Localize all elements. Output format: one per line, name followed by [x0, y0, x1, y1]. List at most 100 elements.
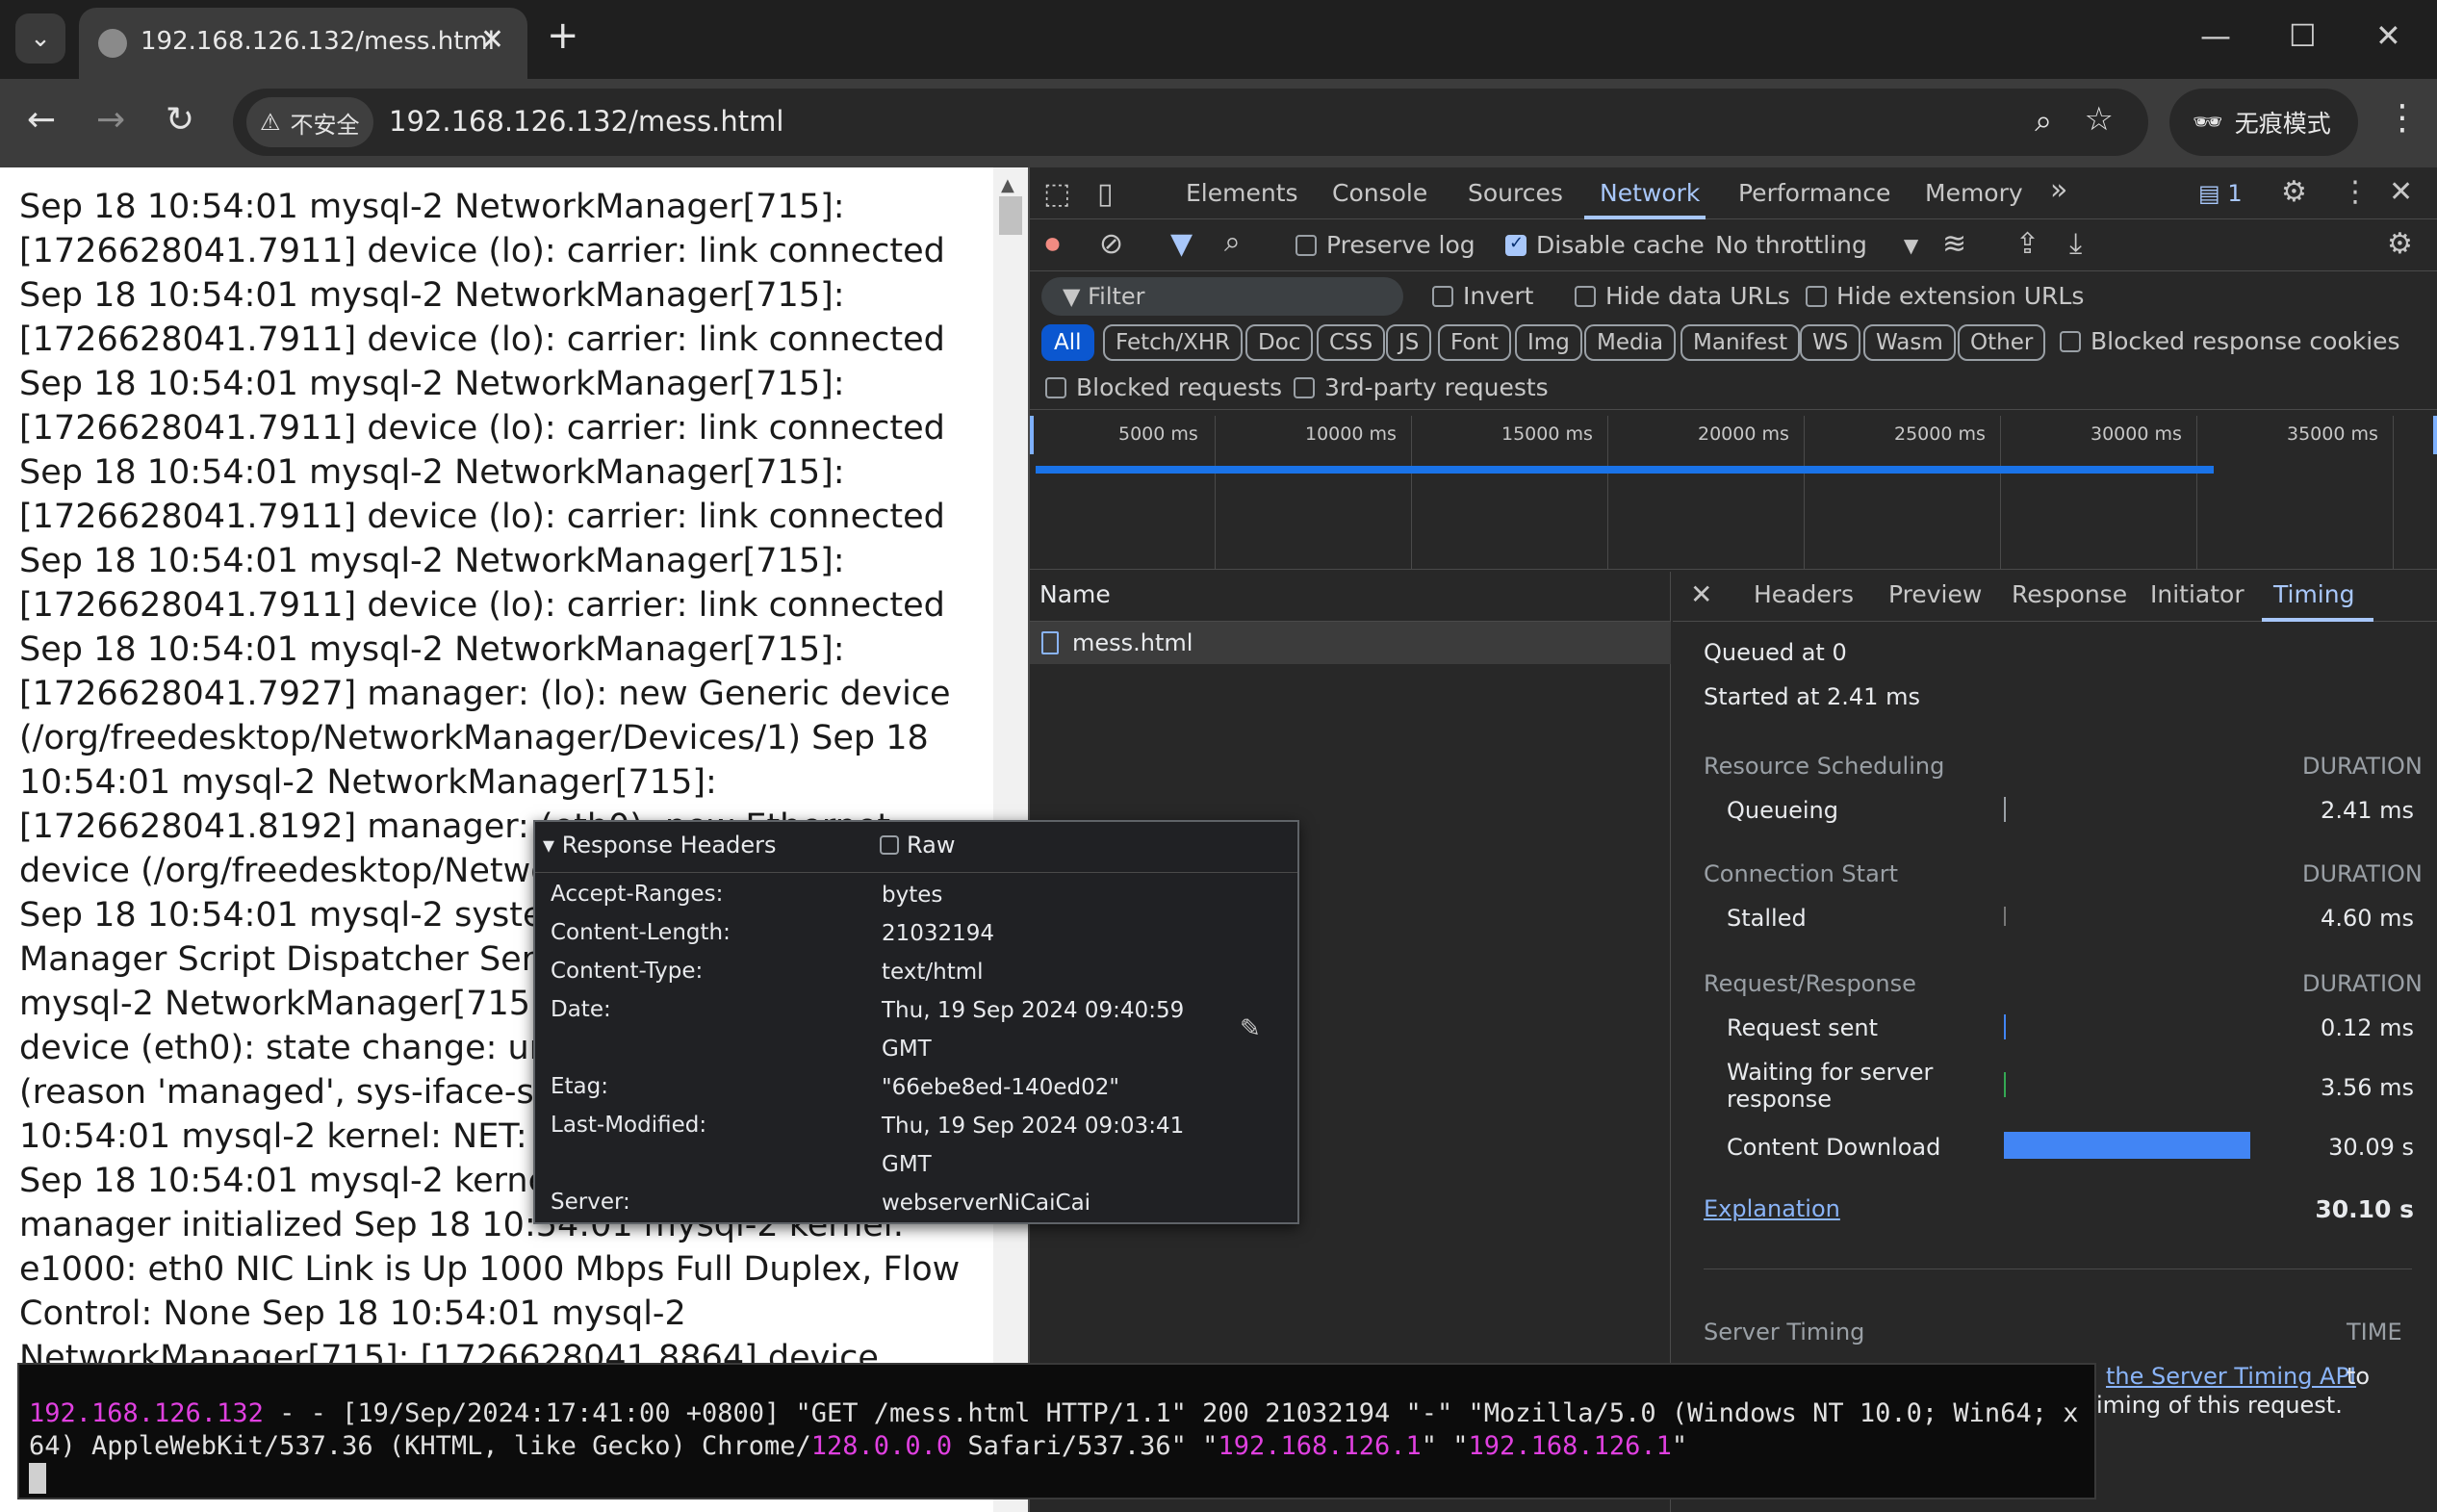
- kebab-menu-icon[interactable]: ⋮: [2341, 175, 2370, 209]
- security-chip[interactable]: ⚠ 不安全: [246, 97, 373, 147]
- tab-sources[interactable]: Sources: [1468, 179, 1563, 207]
- throttling-select[interactable]: No throttling ▼: [1715, 231, 1918, 259]
- filter-funnel-icon[interactable]: ▼: [1170, 227, 1193, 261]
- close-tab-icon[interactable]: ✕: [480, 23, 504, 57]
- type-chip-media[interactable]: Media: [1584, 324, 1677, 361]
- new-tab-button[interactable]: +: [547, 13, 579, 58]
- overview-tick-label: 10000 ms: [1305, 423, 1397, 445]
- incognito-badge[interactable]: 🕶 无痕模式: [2169, 89, 2358, 156]
- started-at: Started at 2.41 ms: [1704, 683, 1920, 710]
- back-button[interactable]: ←: [27, 100, 56, 140]
- response-headers-toggle[interactable]: ▾ Response Headers: [543, 832, 776, 859]
- type-chip-js[interactable]: JS: [1386, 324, 1432, 361]
- terminal-log-segment: " ": [1421, 1431, 1469, 1461]
- request-row[interactable]: mess.html: [1030, 622, 1671, 664]
- address-bar[interactable]: ⚠ 不安全 192.168.126.132/mess.html ⌕ ☆: [233, 89, 2148, 156]
- type-chip-ws[interactable]: WS: [1800, 324, 1861, 361]
- network-settings-icon[interactable]: ⚙: [2387, 227, 2413, 261]
- popover-divider: [535, 872, 1297, 873]
- type-chip-css[interactable]: CSS: [1317, 324, 1386, 361]
- forward-button[interactable]: →: [96, 100, 125, 140]
- inspect-element-icon[interactable]: ⬚: [1043, 177, 1070, 211]
- blocked-requests-checkbox[interactable]: Blocked requests: [1045, 373, 1282, 401]
- warning-icon: ⚠: [260, 109, 281, 136]
- record-icon[interactable]: ⏺: [1045, 227, 1060, 261]
- name-column-header[interactable]: Name: [1030, 572, 1671, 622]
- more-tabs-icon[interactable]: »: [2050, 173, 2067, 207]
- zoom-icon[interactable]: ⌕: [2035, 102, 2052, 140]
- overview-right-handle[interactable]: [2433, 416, 2437, 454]
- upload-icon[interactable]: ⇪: [2015, 227, 2039, 261]
- issues-count: 1: [2227, 180, 2243, 207]
- gear-icon[interactable]: ⚙: [2281, 175, 2307, 209]
- header-value: 21032194: [882, 921, 995, 946]
- close-devtools-icon[interactable]: ✕: [2389, 175, 2413, 209]
- browser-tab[interactable]: 192.168.126.132/mess.html ✕: [79, 8, 527, 79]
- server-timing-text: to: [2347, 1363, 2371, 1390]
- blocked-response-cookies-checkbox[interactable]: Blocked response cookies: [2060, 327, 2400, 355]
- terminal-client-ip: 192.168.126.1: [1218, 1431, 1422, 1461]
- tab-initiator[interactable]: Initiator: [2150, 580, 2245, 608]
- tab-response[interactable]: Response: [2012, 580, 2127, 608]
- close-detail-icon[interactable]: ✕: [1690, 578, 1712, 610]
- type-chip-all[interactable]: All: [1041, 324, 1094, 361]
- scroll-up-arrow-icon[interactable]: ▲: [1001, 175, 1014, 195]
- issues-badge[interactable]: ▤ 1: [2198, 180, 2243, 207]
- type-chip-doc[interactable]: Doc: [1245, 324, 1314, 361]
- chrome-menu-icon[interactable]: ⋮: [2385, 98, 2420, 138]
- tab-console[interactable]: Console: [1332, 179, 1427, 207]
- tab-timing[interactable]: Timing: [2273, 580, 2354, 608]
- filter-input[interactable]: ▼ Filter: [1041, 277, 1403, 316]
- close-window-button[interactable]: ✕: [2375, 17, 2401, 54]
- tab-memory[interactable]: Memory: [1925, 179, 2023, 207]
- invert-checkbox[interactable]: Invert: [1432, 282, 1533, 310]
- tab-elements[interactable]: Elements: [1186, 179, 1298, 207]
- type-chip-img[interactable]: Img: [1515, 324, 1582, 361]
- terminal-client-ip: 192.168.126.1: [1468, 1431, 1672, 1461]
- minimize-button[interactable]: —: [2200, 17, 2231, 54]
- preserve-log-checkbox[interactable]: Preserve log: [1295, 231, 1475, 259]
- header-value: "66ebe8ed-140ed02": [882, 1075, 1119, 1100]
- device-toolbar-icon[interactable]: ▯: [1097, 177, 1114, 211]
- tab-search-button[interactable]: ⌄: [15, 13, 65, 64]
- resource-type-filters: All Fetch/XHR Doc CSS JS Font Img Media …: [1030, 318, 2437, 364]
- raw-checkbox[interactable]: Raw: [880, 832, 955, 859]
- pencil-icon[interactable]: ✎: [1240, 1014, 1261, 1043]
- tab-network[interactable]: Network: [1600, 179, 1700, 207]
- disable-cache-checkbox[interactable]: Disable cache: [1505, 231, 1705, 259]
- hide-extension-urls-checkbox[interactable]: Hide extension URLs: [1806, 282, 2084, 310]
- search-icon[interactable]: ⌕: [1224, 225, 1241, 259]
- overview-gridline: [1411, 416, 1412, 570]
- maximize-button[interactable]: ☐: [2289, 17, 2317, 54]
- header-key: Last-Modified:: [551, 1113, 707, 1138]
- overview-tick-label: 30000 ms: [2091, 423, 2182, 445]
- overview-left-handle[interactable]: [1030, 416, 1034, 454]
- scrollbar-thumb[interactable]: [999, 196, 1022, 235]
- third-party-requests-checkbox[interactable]: 3rd-party requests: [1294, 373, 1549, 401]
- terminal-chrome-version: 128.0.0.0: [810, 1431, 953, 1461]
- terminal-window[interactable]: 192.168.126.132 - - [19/Sep/2024:17:41:0…: [17, 1363, 2096, 1499]
- type-chip-other[interactable]: Other: [1958, 324, 2046, 361]
- tab-headers[interactable]: Headers: [1754, 580, 1854, 608]
- tab-performance[interactable]: Performance: [1738, 179, 1890, 207]
- bookmark-star-icon[interactable]: ☆: [2085, 100, 2114, 139]
- document-icon: [1041, 631, 1059, 654]
- reload-button[interactable]: ↻: [166, 100, 194, 140]
- clear-icon[interactable]: ⊘: [1099, 227, 1123, 261]
- server-timing-api-link[interactable]: the Server Timing API: [2106, 1363, 2356, 1390]
- type-chip-font[interactable]: Font: [1438, 324, 1512, 361]
- type-chip-wasm[interactable]: Wasm: [1863, 324, 1956, 361]
- tab-preview[interactable]: Preview: [1888, 580, 1982, 608]
- hide-data-urls-label: Hide data URLs: [1605, 282, 1790, 310]
- download-icon[interactable]: ⤓: [2069, 227, 2082, 261]
- request-name: mess.html: [1072, 629, 1193, 656]
- content-download-bar: [2004, 1132, 2250, 1159]
- type-chip-fetch-xhr[interactable]: Fetch/XHR: [1103, 324, 1244, 361]
- hide-data-urls-checkbox[interactable]: Hide data URLs: [1575, 282, 1790, 310]
- explanation-link[interactable]: Explanation: [1704, 1195, 1840, 1222]
- network-overview-timeline[interactable]: 5000 ms 10000 ms 15000 ms 20000 ms 25000…: [1030, 416, 2437, 570]
- network-conditions-icon[interactable]: ≋: [1942, 227, 1966, 261]
- overview-gridline: [2393, 416, 2394, 570]
- type-chip-manifest[interactable]: Manifest: [1680, 324, 1801, 361]
- url-text[interactable]: 192.168.126.132/mess.html: [389, 105, 783, 138]
